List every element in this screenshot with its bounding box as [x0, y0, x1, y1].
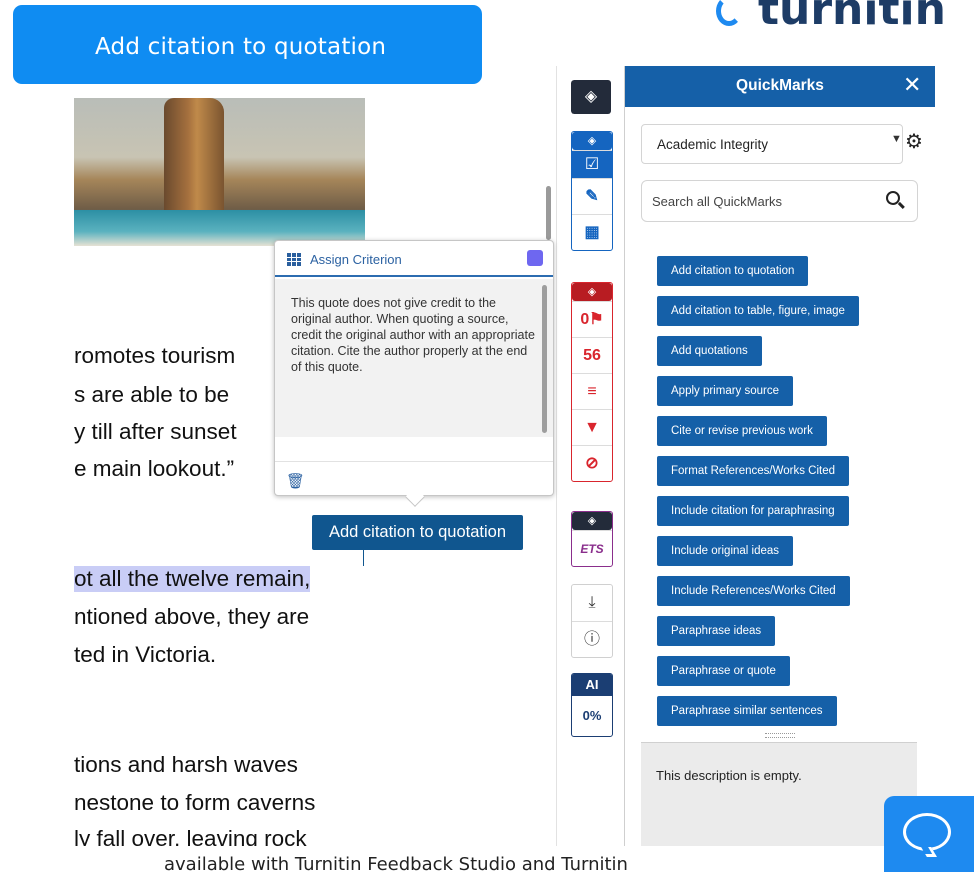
document-line: romotes tourism [74, 343, 236, 368]
quickmark-item[interactable]: Add citation to quotation [657, 256, 809, 286]
info-icon: ⓘ [583, 631, 600, 648]
toolbar-similarity-group: ◈ 0⚑ 56 ≡ ▼ ⊘ [571, 282, 613, 482]
footer-caption: available with Turnitin Feedback Studio … [164, 854, 628, 872]
quickmark-item[interactable]: Cite or revise previous work [657, 416, 827, 446]
quickmark-description: This description is empty. [641, 742, 917, 846]
ai-writing-button[interactable]: AI 0% [571, 673, 613, 737]
document-line: tions and harsh waves [74, 752, 298, 777]
toolbar-etrater-group: ◈ ETS [571, 511, 613, 567]
flag-count: 0 [580, 311, 590, 328]
grip-icon [765, 733, 795, 738]
document-line: e main lookout.” [74, 456, 235, 481]
chat-launcher[interactable] [884, 796, 974, 872]
feature-banner: Add citation to quotation [13, 5, 482, 84]
edit-icon: ✎ [585, 188, 599, 205]
document-line: ted in Victoria. [74, 642, 217, 667]
search-icon[interactable] [886, 191, 900, 205]
document-line: s are able to be [74, 382, 230, 407]
match-overview-button[interactable]: ≡ [572, 373, 612, 409]
quickmarks-list[interactable]: Add citation to quotation Add citation t… [657, 256, 917, 730]
quickmarks-toolbar-button[interactable]: ☑ [572, 150, 612, 178]
quickmark-item[interactable]: Paraphrase or quote [657, 656, 790, 686]
quickmark-item[interactable]: Format References/Works Cited [657, 456, 850, 486]
trash-icon[interactable]: 🗑 [286, 472, 305, 490]
toolbar-layers[interactable]: ◈ [571, 80, 613, 114]
ai-label: AI [572, 674, 612, 696]
ai-score: 0% [582, 708, 602, 723]
quickmarks-title: QuickMarks [736, 77, 824, 94]
flags-button[interactable]: 0⚑ [572, 301, 612, 337]
highlighted-quotation[interactable]: ot all the twelve remain, [74, 566, 311, 592]
quickmarks-panel: QuickMarks ✕ Academic Integrity ▼ ⚙ Sear… [624, 66, 935, 846]
comment-text[interactable]: This quote does not give credit to the o… [291, 295, 536, 375]
caret-down-icon: ▼ [891, 133, 902, 145]
rubric-grid-icon [287, 253, 301, 266]
similarity-score: 56 [583, 347, 601, 364]
quickmark-item[interactable]: Include citation for paraphrasing [657, 496, 849, 526]
layers-icon[interactable]: ◈ [572, 283, 612, 301]
flag-icon: ⚑ [589, 311, 604, 328]
chat-bubble-icon [903, 813, 951, 851]
document-divider [556, 66, 557, 846]
feedback-summary-button[interactable]: ✎ [572, 178, 612, 214]
document-line: ly fall over, leaving rock [74, 826, 307, 846]
popup-scrollbar[interactable] [542, 285, 547, 433]
document-line: ntioned above, they are [74, 604, 310, 629]
quickmark-item[interactable]: Include original ideas [657, 536, 794, 566]
download-icon: ⤓ [588, 594, 596, 611]
toolbar-grading-group: ◈ ☑ ✎ ▦ [571, 131, 613, 251]
grid-icon: ▦ [584, 224, 600, 241]
download-button[interactable]: ⤓ [572, 585, 612, 621]
close-icon[interactable]: ✕ [903, 73, 921, 97]
quickmark-set-value: Academic Integrity [657, 137, 769, 152]
quickmark-item[interactable]: Add quotations [657, 336, 762, 366]
logo-wordmark: turnitin [758, 0, 946, 35]
quickmark-item[interactable]: Apply primary source [657, 376, 794, 406]
popup-header: Assign Criterion [275, 241, 553, 277]
banner-title: Add citation to quotation [95, 34, 387, 60]
exclude-button[interactable]: ⊘ [572, 445, 612, 481]
block-icon: ⊘ [585, 455, 599, 472]
layers-icon[interactable]: ◈ [572, 132, 612, 150]
quickmarks-search-input[interactable]: Search all QuickMarks [641, 180, 918, 222]
quickmark-item[interactable]: Add citation to table, figure, image [657, 296, 859, 326]
assign-criterion-popup: Assign Criterion This quote does not giv… [274, 240, 554, 496]
popup-title[interactable]: Assign Criterion [310, 252, 402, 267]
search-placeholder: Search all QuickMarks [652, 194, 783, 209]
checkbox-icon: ☑ [584, 156, 600, 173]
popup-comment-body[interactable]: This quote does not give credit to the o… [275, 279, 553, 437]
gear-icon[interactable]: ⚙ [905, 132, 923, 152]
sort-icon: ≡ [587, 383, 597, 400]
quickmark-set-select[interactable]: Academic Integrity ▼ [641, 124, 903, 164]
document-scrollbar[interactable] [546, 186, 551, 240]
info-button[interactable]: ⓘ [572, 621, 612, 657]
quickmarks-header: QuickMarks ✕ [625, 66, 935, 107]
quickmark-item[interactable]: Paraphrase similar sentences [657, 696, 837, 726]
layers-icon[interactable]: ◈ [571, 80, 611, 114]
rubric-button[interactable]: ▦ [572, 214, 612, 250]
turnitin-logo-icon [716, 0, 742, 26]
filter-button[interactable]: ▼ [572, 409, 612, 445]
description-text: This description is empty. [656, 768, 802, 783]
ets-icon: ETS [580, 542, 604, 556]
turnitin-logo: turnitin [716, 0, 946, 35]
layers-icon[interactable]: ◈ [572, 512, 612, 530]
quickmark-tag-connector [363, 550, 364, 566]
toolbar-utility-group: ⤓ ⓘ [571, 584, 613, 658]
quickmark-item[interactable]: Include References/Works Cited [657, 576, 850, 606]
document-line: nestone to form caverns [74, 790, 316, 815]
quickmark-item[interactable]: Paraphrase ideas [657, 616, 776, 646]
criterion-color-swatch[interactable] [527, 250, 543, 266]
document-line: y till after sunset [74, 419, 237, 444]
quickmark-tag[interactable]: Add citation to quotation [312, 515, 523, 550]
document-photo [74, 98, 365, 246]
etrater-button[interactable]: ETS [572, 530, 612, 566]
panel-resize-handle[interactable] [641, 730, 917, 742]
filter-icon: ▼ [584, 419, 600, 436]
similarity-score-button[interactable]: 56 [572, 337, 612, 373]
